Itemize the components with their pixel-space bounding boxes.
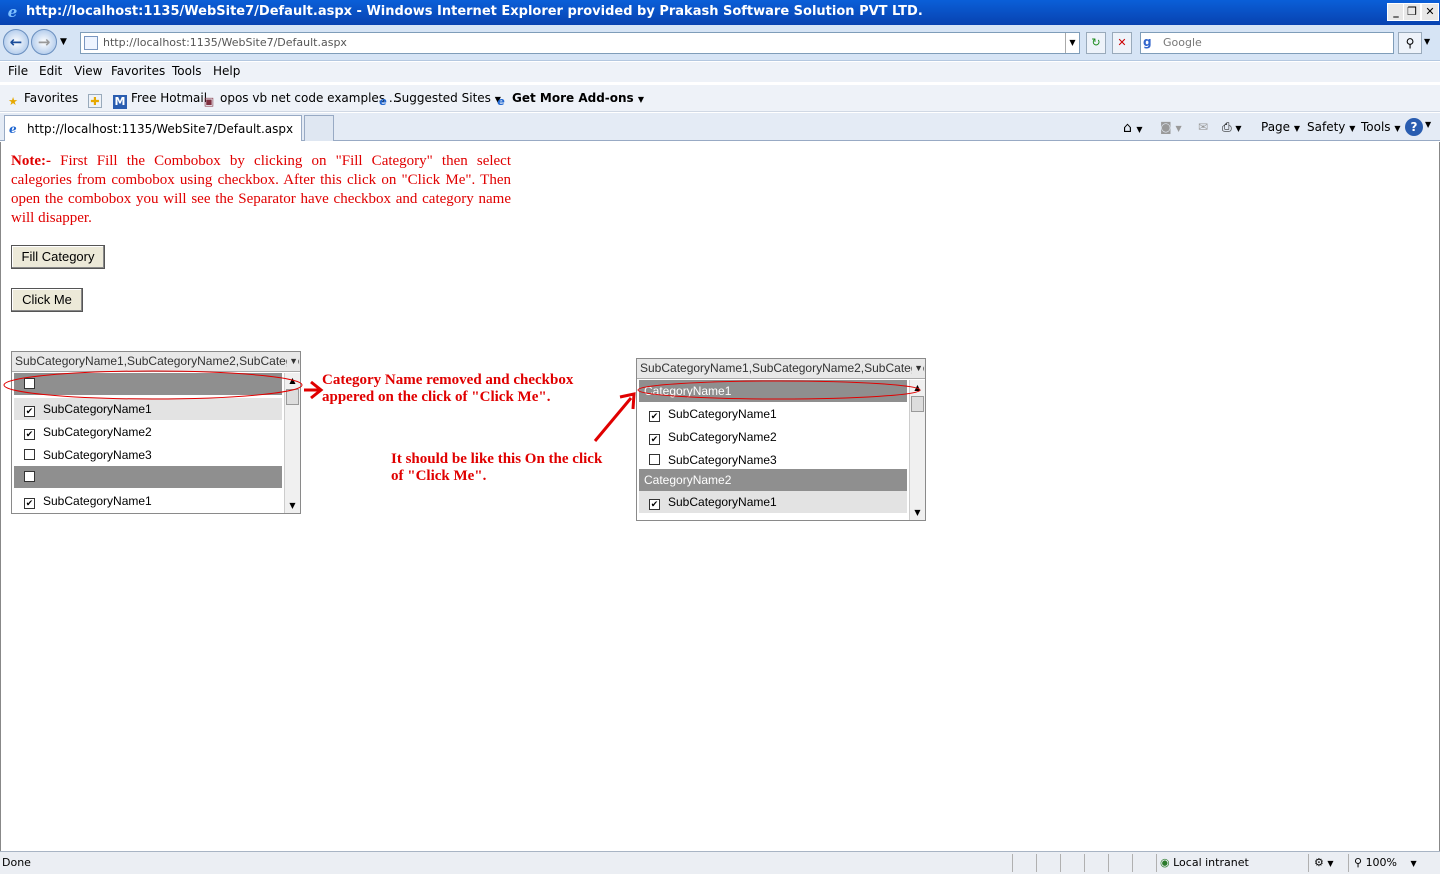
annotation-actual: Category Name removed and checkbox apper… bbox=[322, 372, 574, 405]
protected-mode-icon[interactable]: ⚙ ▼ bbox=[1314, 856, 1334, 869]
help-icon[interactable]: ? bbox=[1405, 118, 1423, 136]
fav-link-addons[interactable]: e Get More Add-ons ▼ bbox=[494, 91, 644, 109]
search-input[interactable]: g Google bbox=[1140, 32, 1394, 54]
feeds-icon[interactable]: ◙ ▼ bbox=[1160, 120, 1182, 134]
tools-menu[interactable]: Tools ▼ bbox=[1361, 120, 1401, 134]
separator-row: CategoryName2 bbox=[639, 469, 907, 491]
address-dropdown-icon[interactable]: ▼ bbox=[1065, 33, 1079, 53]
forward-button[interactable]: → bbox=[31, 29, 57, 55]
help-dropdown-icon[interactable]: ▼ bbox=[1425, 120, 1431, 129]
mail-icon[interactable]: ✉ bbox=[1198, 120, 1208, 134]
page-content: Note:- First Fill the Combobox by clicki… bbox=[0, 142, 1440, 851]
fav-link-suggested-sites[interactable]: e Suggested Sites ▼ bbox=[376, 91, 501, 109]
ie-tab-icon: e bbox=[9, 122, 17, 136]
menu-bar: File Edit View Favorites Tools Help bbox=[0, 62, 1440, 82]
opos-icon: ▣ bbox=[203, 95, 215, 108]
title-bar: e http://localhost:1135/WebSite7/Default… bbox=[0, 0, 1440, 25]
search-options-icon[interactable]: ▼ bbox=[1424, 37, 1430, 46]
add-favorite-icon[interactable]: ✚ bbox=[88, 91, 106, 108]
google-icon: g bbox=[1143, 35, 1152, 49]
hotmail-icon: M bbox=[113, 95, 127, 109]
page-icon bbox=[84, 36, 98, 50]
item-checkbox[interactable]: ✔ bbox=[649, 499, 660, 510]
stop-icon[interactable]: ✕ bbox=[1112, 32, 1132, 54]
star-icon: ★ bbox=[8, 95, 18, 108]
status-text: Done bbox=[2, 856, 31, 869]
list-item[interactable]: ✔ SubCategoryName1 bbox=[14, 490, 282, 512]
menu-help[interactable]: Help bbox=[213, 64, 240, 78]
restore-button[interactable]: ❐ bbox=[1403, 3, 1421, 21]
chevron-down-icon: ▼ bbox=[1293, 124, 1301, 133]
arrow-up-icon bbox=[593, 397, 633, 442]
menu-favorites[interactable]: Favorites bbox=[111, 64, 165, 78]
zoom-icon: ⚲ bbox=[1354, 856, 1363, 869]
menu-edit[interactable]: Edit bbox=[39, 64, 62, 78]
search-icon[interactable]: ⚲ bbox=[1398, 32, 1422, 54]
chevron-down-icon: ▼ bbox=[1349, 124, 1356, 133]
safety-menu[interactable]: Safety ▼ bbox=[1307, 120, 1355, 134]
annotation-expected: It should be like this On the click of "… bbox=[391, 451, 603, 484]
print-icon[interactable]: ⎙ ▼ bbox=[1222, 120, 1242, 135]
addons-icon: e bbox=[497, 95, 505, 108]
ie-logo-icon: e bbox=[7, 3, 18, 21]
annotation-overlay bbox=[3, 370, 921, 442]
separator-checkbox[interactable] bbox=[24, 471, 35, 482]
address-url: http://localhost:1135/WebSite7/Default.a… bbox=[103, 36, 347, 49]
page-menu[interactable]: Page ▼ bbox=[1261, 120, 1300, 134]
refresh-icon[interactable]: ↻ bbox=[1086, 32, 1106, 54]
ie-icon: e bbox=[379, 95, 387, 108]
tab-label: http://localhost:1135/WebSite7/Default.a… bbox=[27, 122, 294, 136]
status-bar: Done ◉ Local intranet ⚙ ▼ ⚲ 100% ▼ bbox=[0, 851, 1440, 874]
history-dropdown-icon[interactable]: ▼ bbox=[60, 37, 67, 47]
menu-file[interactable]: File bbox=[8, 64, 28, 78]
address-input[interactable]: http://localhost:1135/WebSite7/Default.a… bbox=[80, 32, 1080, 54]
new-tab-button[interactable] bbox=[304, 115, 334, 141]
highlight-ellipse-right bbox=[637, 380, 921, 400]
separator-row[interactable] bbox=[14, 466, 282, 488]
fav-link-hotmail[interactable]: M Free Hotmail bbox=[113, 91, 207, 109]
item-checkbox[interactable]: ✔ bbox=[24, 498, 35, 509]
search-placeholder: Google bbox=[1163, 36, 1202, 49]
close-window-button[interactable]: ✕ bbox=[1421, 3, 1439, 21]
highlight-ellipse-left bbox=[3, 370, 303, 400]
fav-link-opos[interactable]: ▣ opos vb net code examples ... bbox=[202, 91, 401, 109]
tab-row: e http://localhost:1135/WebSite7/Default… bbox=[0, 113, 1440, 141]
intranet-icon: ◉ bbox=[1160, 856, 1170, 869]
chevron-down-icon: ▼ bbox=[1410, 859, 1417, 868]
tab-current[interactable]: e http://localhost:1135/WebSite7/Default… bbox=[4, 115, 302, 141]
chevron-down-icon: ▼ bbox=[637, 95, 645, 104]
address-bar-row: ← → ▼ http://localhost:1135/WebSite7/Def… bbox=[0, 25, 1440, 61]
scroll-down-icon[interactable]: ▼ bbox=[910, 505, 925, 520]
favorites-button[interactable]: ★ Favorites bbox=[6, 91, 78, 109]
scroll-down-icon[interactable]: ▼ bbox=[285, 498, 300, 513]
window-title: http://localhost:1135/WebSite7/Default.a… bbox=[26, 4, 923, 19]
chevron-down-icon: ▼ bbox=[1394, 124, 1401, 133]
zoom-control[interactable]: ⚲ 100% ▼ bbox=[1354, 856, 1417, 869]
menu-tools[interactable]: Tools bbox=[172, 64, 202, 78]
list-item[interactable]: ✔ SubCategoryName1 bbox=[639, 491, 907, 513]
menu-view[interactable]: View bbox=[74, 64, 102, 78]
back-button[interactable]: ← bbox=[3, 29, 29, 55]
home-icon[interactable]: ⌂ ▼ bbox=[1123, 120, 1143, 136]
favorites-bar: ★ Favorites ✚ M Free Hotmail ▣ opos vb net … bbox=[0, 85, 1440, 112]
security-zone[interactable]: ◉ Local intranet bbox=[1160, 856, 1249, 869]
